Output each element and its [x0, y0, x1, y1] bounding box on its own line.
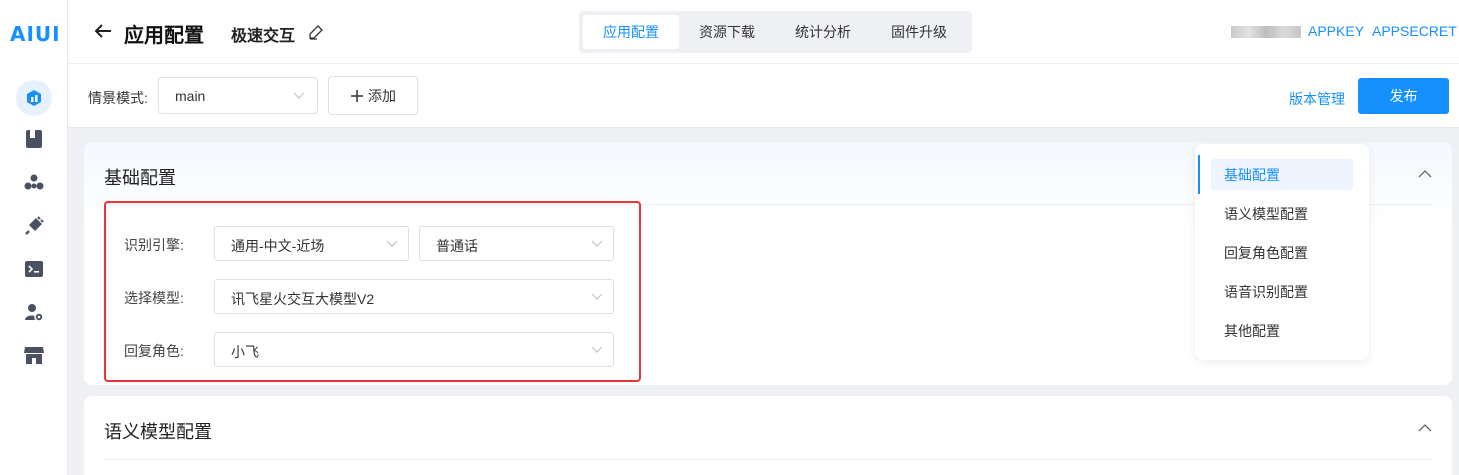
book-icon[interactable] — [22, 127, 46, 151]
tab-firmware-upgrade[interactable]: 固件升级 — [871, 15, 967, 49]
edit-icon[interactable] — [308, 24, 324, 40]
anchor-item-asr[interactable]: 语音识别配置 — [1211, 276, 1353, 307]
anchor-active-indicator — [1198, 155, 1200, 194]
role-label: 回复角色: — [124, 343, 184, 359]
chevron-down-icon — [591, 240, 603, 247]
page-title: 应用配置 — [124, 25, 204, 47]
chevron-down-icon — [386, 240, 398, 247]
store-icon[interactable] — [22, 343, 46, 367]
accent-select-value: 普通话 — [436, 238, 478, 254]
accent-select[interactable]: 普通话 — [419, 226, 614, 261]
tab-app-config[interactable]: 应用配置 — [583, 15, 679, 49]
add-scene-label: 添加 — [368, 87, 396, 104]
publish-button[interactable]: 发布 — [1358, 78, 1449, 114]
left-sidebar: AIUI — [0, 0, 68, 475]
role-select[interactable]: 小飞 — [214, 332, 614, 367]
back-arrow-icon[interactable] — [92, 20, 114, 42]
version-management-link[interactable]: 版本管理 — [1289, 89, 1345, 109]
model-label: 选择模型: — [124, 290, 184, 306]
role-select-value: 小飞 — [231, 344, 259, 360]
masked-account-info — [1231, 26, 1301, 38]
semantic-config-title: 语义模型配置 — [104, 422, 212, 442]
top-tabs: 应用配置 资源下载 统计分析 固件升级 — [579, 11, 972, 53]
app-name: 极速交互 — [231, 28, 296, 45]
semantic-config-card: 语义模型配置 — [84, 396, 1452, 475]
plugin-icon[interactable] — [22, 214, 46, 238]
card-divider — [104, 459, 1432, 460]
chevron-down-icon — [591, 293, 603, 300]
scene-label: 情景模式: — [88, 90, 148, 106]
anchor-nav: 基础配置 语义模型配置 回复角色配置 语音识别配置 其他配置 — [1195, 144, 1369, 360]
home-icon[interactable] — [16, 80, 52, 116]
anchor-item-role[interactable]: 回复角色配置 — [1211, 237, 1353, 268]
anchor-item-other[interactable]: 其他配置 — [1211, 315, 1353, 346]
engine-select-value: 通用-中文-近场 — [231, 238, 325, 254]
add-scene-button[interactable]: 添加 — [328, 76, 418, 115]
anchor-item-semantic[interactable]: 语义模型配置 — [1211, 198, 1353, 229]
model-select[interactable]: 讯飞星火交互大模型V2 — [214, 279, 614, 314]
chevron-down-icon — [591, 346, 603, 353]
chevron-down-icon — [293, 92, 305, 99]
engine-label: 识别引擎: — [124, 237, 184, 253]
chevron-up-icon[interactable] — [1418, 423, 1432, 433]
top-header: 应用配置 极速交互 应用配置 资源下载 统计分析 固件升级 APPKEY APP… — [68, 0, 1459, 64]
terminal-icon[interactable] — [22, 257, 46, 281]
group-icon[interactable] — [22, 171, 46, 195]
app-logo: AIUI — [10, 22, 61, 46]
tab-statistics[interactable]: 统计分析 — [775, 15, 871, 49]
user-settings-icon[interactable] — [22, 300, 46, 324]
basic-config-title: 基础配置 — [104, 168, 176, 188]
engine-select[interactable]: 通用-中文-近场 — [214, 226, 409, 261]
anchor-item-basic[interactable]: 基础配置 — [1211, 159, 1353, 190]
scene-select-value: main — [175, 88, 206, 104]
plus-icon — [351, 89, 363, 102]
appkey-link[interactable]: APPKEY — [1308, 23, 1364, 39]
chevron-up-icon[interactable] — [1418, 169, 1432, 179]
appsecret-link[interactable]: APPSECRET — [1372, 23, 1457, 39]
tab-resource-download[interactable]: 资源下载 — [679, 15, 775, 49]
scene-select[interactable]: main — [158, 77, 318, 114]
model-select-value: 讯飞星火交互大模型V2 — [231, 291, 375, 307]
scene-toolbar: 情景模式: main 添加 版本管理 发布 — [68, 64, 1459, 128]
